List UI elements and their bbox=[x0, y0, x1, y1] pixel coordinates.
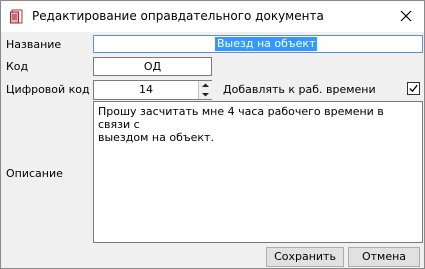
chevron-up-icon bbox=[202, 83, 209, 87]
close-icon bbox=[400, 10, 412, 22]
document-icon bbox=[10, 9, 25, 24]
title-bar[interactable]: Редактирование оправдательного документа bbox=[1, 1, 424, 32]
digital-code-label: Цифровой код bbox=[6, 83, 90, 96]
checkmark-icon bbox=[409, 84, 418, 93]
cancel-button[interactable]: Отмена bbox=[348, 247, 420, 267]
description-textarea[interactable]: Прошу засчитать мне 4 часа рабочего врем… bbox=[93, 101, 423, 243]
edit-document-dialog: Редактирование оправдательного документа… bbox=[0, 0, 425, 269]
name-field[interactable]: Выезд на объект bbox=[93, 35, 423, 53]
code-field[interactable]: ОД bbox=[93, 57, 212, 76]
name-field-value: Выезд на объект bbox=[215, 37, 318, 51]
window-title: Редактирование оправдательного документа bbox=[32, 9, 324, 23]
digital-code-value: 14 bbox=[139, 83, 153, 96]
add-to-work-time-checkbox[interactable] bbox=[407, 82, 420, 95]
digital-code-stepper[interactable]: 14 bbox=[93, 80, 213, 100]
code-label: Код bbox=[6, 60, 29, 73]
name-label: Название bbox=[6, 38, 62, 51]
description-label: Описание bbox=[6, 167, 63, 180]
add-to-work-time-label: Добавлять к раб. времени bbox=[223, 83, 376, 96]
dialog-body: Название Выезд на объект Код ОД Цифровой… bbox=[1, 32, 424, 268]
stepper-down-button[interactable] bbox=[198, 90, 213, 99]
save-button[interactable]: Сохранить bbox=[266, 247, 344, 267]
close-button[interactable] bbox=[394, 5, 418, 27]
chevron-down-icon bbox=[202, 93, 209, 97]
